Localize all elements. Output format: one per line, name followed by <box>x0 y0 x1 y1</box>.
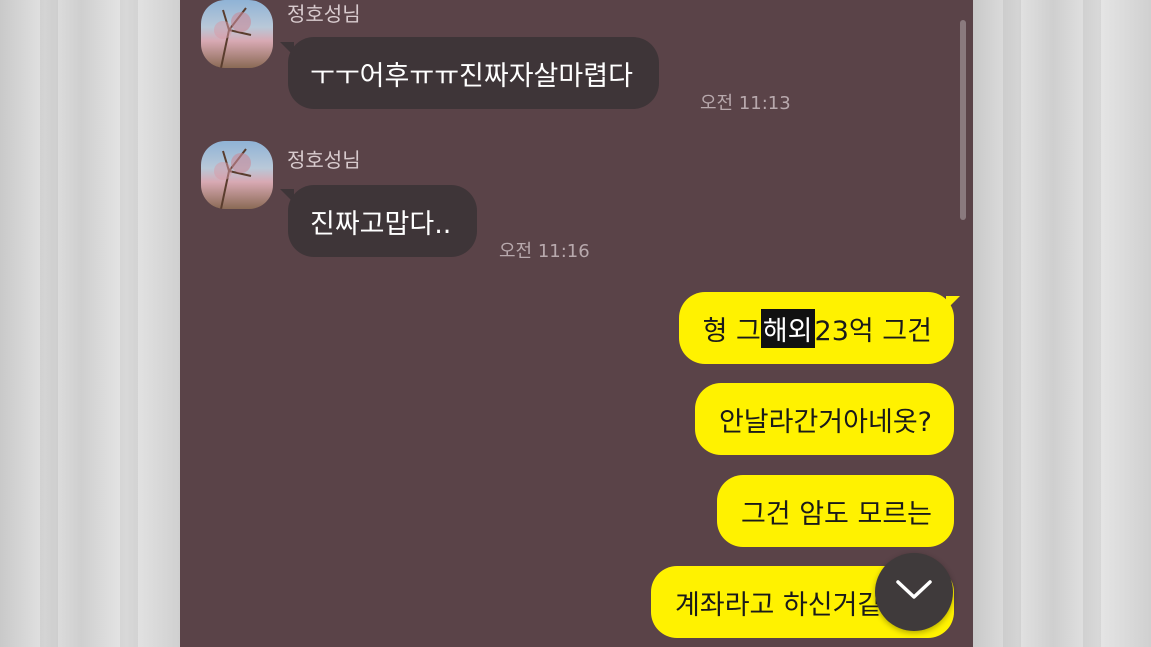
message-text-after: 23억 그건 <box>814 315 932 347</box>
message-bubble-outgoing[interactable]: 그건 암도 모르는 <box>716 475 954 547</box>
scrollbar[interactable] <box>960 20 966 220</box>
avatar[interactable] <box>201 0 273 68</box>
message-bubble-outgoing[interactable]: 형 그 해외 23억 그건 <box>678 292 954 364</box>
selected-text: 해외 <box>760 308 815 348</box>
chat-window[interactable]: 정호성님 ㅜㅜ어후ㅠㅠ진짜자살마렵다 오전 11:13 정호성님 진짜고맙다..… <box>180 0 973 647</box>
background-curtain-left <box>0 0 180 647</box>
message-text-before: 형 그 <box>702 315 761 347</box>
background-curtain-right <box>973 0 1151 647</box>
sender-name: 정호성님 <box>287 2 361 26</box>
sender-name: 정호성님 <box>287 148 361 172</box>
avatar[interactable] <box>201 141 273 209</box>
message-text: 안날라간거아네옷? <box>718 406 932 438</box>
chevron-down-icon <box>895 579 933 605</box>
message-text: 진짜고맙다.. <box>310 208 452 240</box>
message-text: 그건 암도 모르는 <box>740 498 932 530</box>
message-bubble-incoming[interactable]: 진짜고맙다.. <box>288 185 478 257</box>
message-time: 오전 11:13 <box>700 93 791 114</box>
message-text: ㅜㅜ어후ㅠㅠ진짜자살마렵다 <box>310 60 633 92</box>
message-time: 오전 11:16 <box>499 241 590 262</box>
message-bubble-incoming[interactable]: ㅜㅜ어후ㅠㅠ진짜자살마렵다 <box>288 37 659 109</box>
scroll-to-bottom-button[interactable] <box>875 553 953 631</box>
message-bubble-outgoing[interactable]: 안날라간거아네옷? <box>694 383 954 455</box>
